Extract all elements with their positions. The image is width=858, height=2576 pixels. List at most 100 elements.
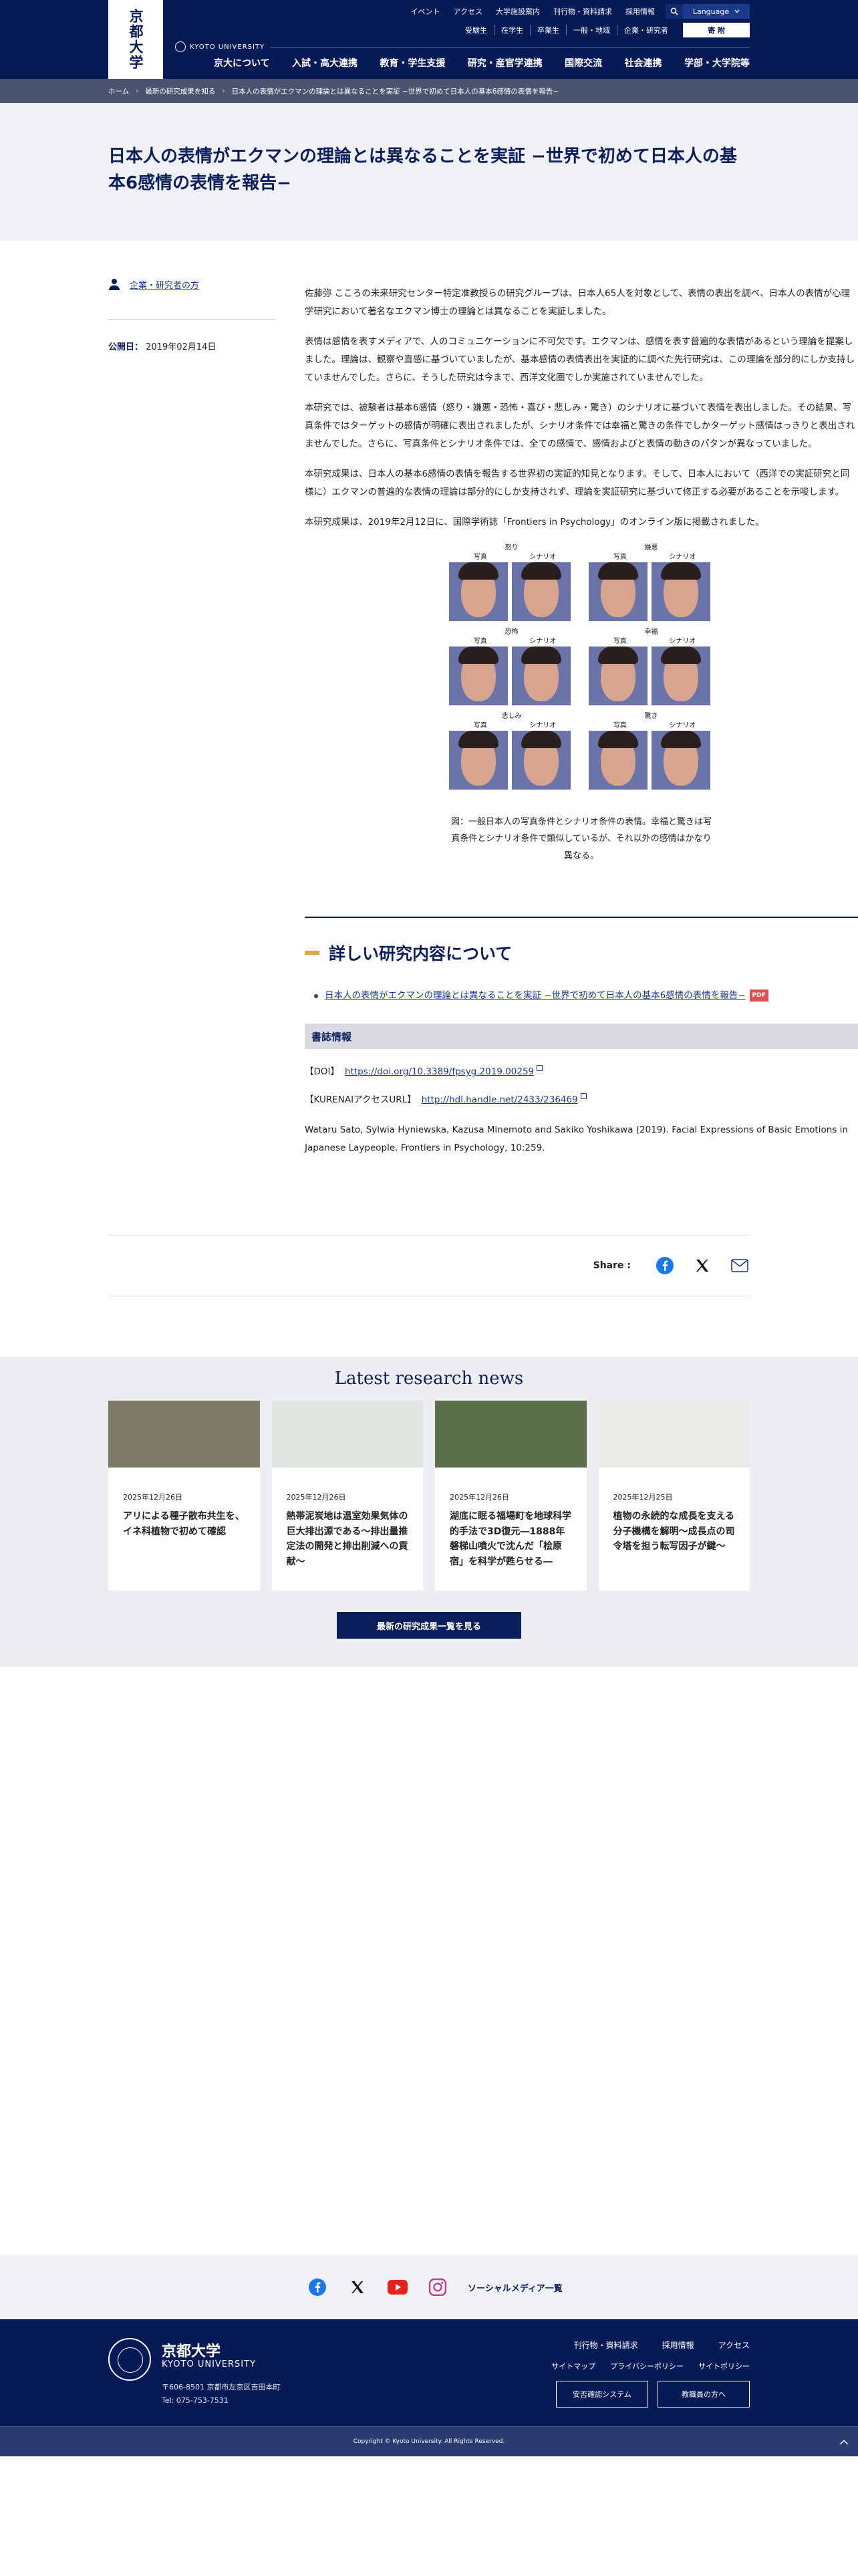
details-pdf-link[interactable]: 日本人の表情がエクマンの理論とは異なることを実証 −世界で初めて日本人の基本6感… (325, 990, 746, 1001)
bibliography-heading: 書誌情報 (305, 1024, 858, 1050)
nav-community[interactable]: 社会連携 (625, 56, 662, 70)
citation: Wataru Sato, Sylwia Hyniewska, Kazusa Mi… (305, 1125, 848, 1154)
nav-faculties[interactable]: 学部・大学院等 (684, 56, 750, 70)
footer-link-recruit[interactable]: 採用情報 (662, 2339, 694, 2351)
face-group-happiness: 幸福 写真 シナリオ (589, 628, 714, 705)
util-nav-events[interactable]: イベント (404, 6, 447, 17)
scenario-label: シナリオ (529, 722, 557, 729)
footer-link-privacy[interactable]: プライバシーポリシー (610, 2361, 684, 2371)
face-photo (449, 647, 508, 705)
back-to-top-icon[interactable] (830, 2427, 858, 2457)
nav-about[interactable]: 京大について (214, 56, 270, 70)
footer-link-site-policy[interactable]: サイトポリシー (698, 2361, 750, 2371)
share-bar: Share : (108, 1235, 750, 1297)
article-body: 佐藤弥 こころの未来研究センター特定准教授らの研究グループは、日本人65人を対象… (305, 241, 858, 1157)
news-heading: Latest research news (334, 1369, 524, 1389)
news-title: 湖底に眠る福場町を地球科学的手法で3D復元―1888年磐梯山噴火で沈んだ「桧原宿… (450, 1511, 571, 1567)
address-text: 〒606-8501 京都市左京区吉田本町 (162, 2383, 281, 2392)
news-thumbnail (435, 1401, 587, 1468)
details-heading: 詳しい研究内容について (305, 941, 858, 965)
mail-icon[interactable] (730, 1256, 750, 1276)
external-link-icon (580, 1092, 587, 1099)
face-photo (512, 731, 571, 790)
kurenai-row: 【KURENAIアクセスURL】 http://hdl.handle.net/24… (305, 1092, 858, 1105)
staff-button[interactable]: 教職員の方へ (658, 2381, 750, 2408)
social-media-list-link[interactable]: ソーシャルメディア一覧 (468, 2281, 563, 2294)
face-grid: 怒り 写真 シナリオ 嫌悪 写真 シナリオ 恐怖 写真 シナリオ 幸福 写真 シナリオ (449, 544, 714, 790)
photo-label: 写真 (613, 638, 627, 645)
more-news-button[interactable]: 最新の研究成果一覧を見る (337, 1612, 521, 1639)
paragraph: 本研究成果は、2019年2月12日に、国際学術誌「Frontiers in Ps… (305, 517, 764, 528)
x-icon[interactable] (692, 1256, 712, 1276)
news-card[interactable]: 2025年12月26日 湖底に眠る福場町を地球科学的手法で3D復元―1888年磐… (435, 1401, 587, 1591)
news-title: 熱帯泥炭地は温室効果気体の巨大排出源である〜排出量推定法の開発と排出削減への貢献… (286, 1511, 408, 1567)
site-header: 京都大学 イベント アクセス 大学施設案内 刊行物・資料請求 採用情報 Lang… (0, 0, 858, 79)
latest-research-news: Latest research news 2025年12月26日 アリによる種子… (0, 1357, 858, 1667)
breadcrumb-research[interactable]: 最新の研究成果を知る (145, 86, 215, 96)
footer-name-en: KYOTO UNIVERSITY (162, 2359, 257, 2370)
emotion-label: 恐怖 (505, 628, 519, 636)
audience-researchers[interactable]: 企業・研究者 (617, 25, 675, 35)
face-photo (589, 562, 648, 621)
breadcrumb-home[interactable]: ホーム (108, 86, 129, 96)
news-thumbnail (598, 1401, 750, 1468)
news-card[interactable]: 2025年12月26日 アリによる種子散布共生を、イネ科植物で初めて確認 (108, 1401, 260, 1591)
nav-research[interactable]: 研究・産官学連携 (468, 56, 543, 70)
university-logo[interactable]: 京都大学 (108, 0, 163, 79)
footer-name-ja: 京都大学 (162, 2343, 221, 2361)
ku-english-mark: KYOTO UNIVERSITY (175, 41, 271, 52)
title-band: 日本人の表情がエクマンの理論とは異なることを実証 −世界で初めて日本人の基本6感… (0, 103, 858, 241)
news-card[interactable]: 2025年12月26日 熱帯泥炭地は温室効果気体の巨大排出源である〜排出量推定法… (271, 1401, 423, 1591)
language-label: Language (692, 7, 730, 16)
kurenai-link[interactable]: http://hdl.handle.net/2433/236469 (422, 1094, 578, 1105)
nav-international[interactable]: 国際交流 (565, 56, 602, 70)
util-nav-access[interactable]: アクセス (447, 6, 489, 17)
news-card[interactable]: 2025年12月25日 植物の永続的な成長を支える分子機構を解明〜成長点の司令塔… (598, 1401, 750, 1591)
external-link-icon (537, 1064, 543, 1071)
bullet-icon (314, 994, 318, 999)
emblem-icon (175, 41, 186, 52)
news-date: 2025年12月26日 (450, 1493, 509, 1502)
language-button[interactable]: Language (683, 4, 750, 19)
paragraph: 表情は感情を表すメディアで、人のコミュニケーションに不可欠です。エクマンは、感情… (305, 336, 855, 383)
facebook-icon[interactable] (307, 2277, 327, 2297)
search-icon[interactable] (666, 4, 683, 19)
donate-button[interactable]: 寄 附 (683, 23, 750, 37)
breadcrumb-separator-icon: › (136, 87, 139, 95)
audience-tag-link[interactable]: 企業・研究者の方 (130, 278, 199, 291)
news-thumbnail (271, 1401, 423, 1468)
main-content: 企業・研究者の方 公開日： 2019年02月14日 佐藤弥 こころの未来研究セン… (0, 241, 858, 1157)
util-nav-facilities[interactable]: 大学施設案内 (489, 6, 547, 17)
face-photo (449, 562, 508, 621)
scenario-label: シナリオ (529, 638, 557, 645)
audience-alumni[interactable]: 卒業生 (530, 25, 566, 35)
footer-link-publications[interactable]: 刊行物・資料請求 (574, 2339, 638, 2351)
sidebar: 企業・研究者の方 公開日： 2019年02月14日 (108, 278, 275, 352)
nav-admissions[interactable]: 入試・高大連携 (292, 56, 358, 70)
face-photo (449, 731, 508, 790)
instagram-icon[interactable] (428, 2277, 448, 2297)
chevron-down-icon (734, 9, 740, 13)
heading-accent-bar (305, 951, 319, 955)
news-thumbnail (108, 1401, 260, 1468)
copyright-bar: Copyright © Kyoto University. All Rights… (0, 2426, 858, 2457)
doi-link[interactable]: https://doi.org/10.3389/fpsyg.2019.00259 (345, 1066, 534, 1077)
x-icon[interactable] (347, 2277, 368, 2297)
section-divider (305, 917, 858, 919)
nav-education[interactable]: 教育・学生支援 (380, 56, 445, 70)
util-nav-recruit[interactable]: 採用情報 (619, 6, 662, 17)
facebook-icon[interactable] (655, 1256, 675, 1276)
util-nav-publications[interactable]: 刊行物・資料請求 (547, 6, 619, 17)
person-icon (108, 278, 120, 291)
youtube-icon[interactable] (388, 2277, 408, 2297)
emotion-label: 驚き (644, 713, 658, 720)
audience-nav: 受験生 在学生 卒業生 一般・地域 企業・研究者 寄 附 (458, 23, 750, 37)
face-group-sadness: 悲しみ 写真 シナリオ (449, 712, 574, 790)
footer-link-sitemap[interactable]: サイトマップ (551, 2361, 595, 2371)
audience-students[interactable]: 在学生 (494, 25, 530, 35)
footer-link-access[interactable]: アクセス (718, 2339, 750, 2351)
audience-public[interactable]: 一般・地域 (566, 25, 617, 35)
tel-text: Tel: 075-753-7531 (162, 2396, 229, 2406)
audience-applicants[interactable]: 受験生 (458, 25, 494, 35)
safety-system-button[interactable]: 安否確認システム (556, 2381, 648, 2408)
